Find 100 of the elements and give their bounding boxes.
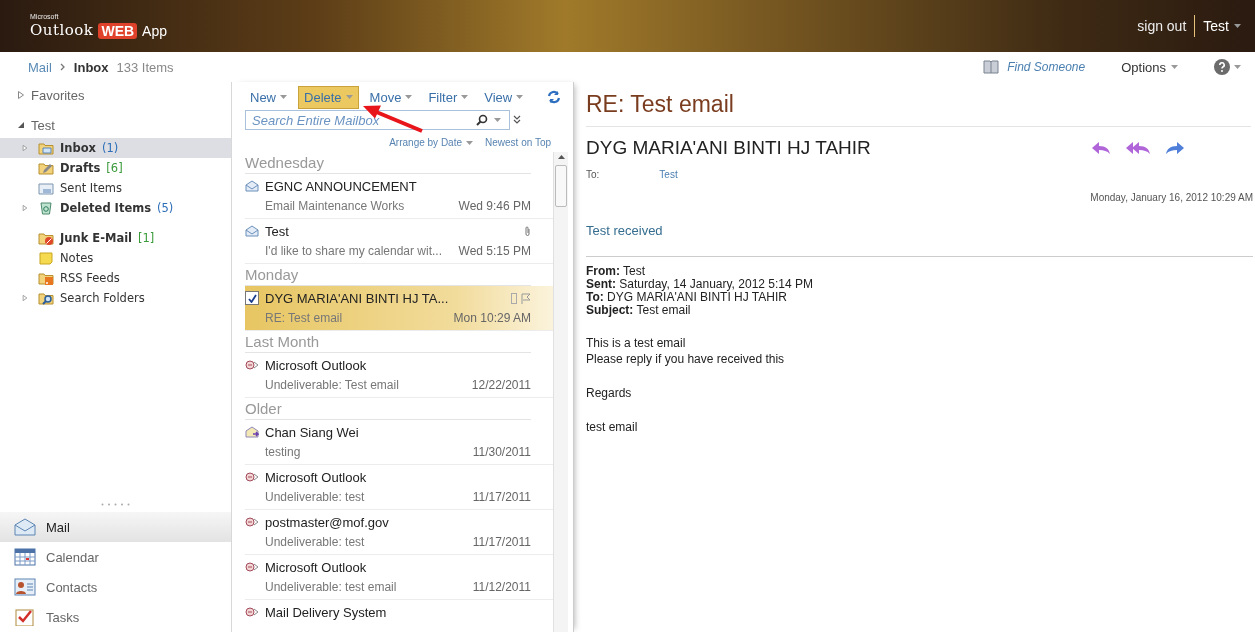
double-chevron-icon[interactable] bbox=[513, 115, 521, 125]
inbox-folder-icon bbox=[38, 140, 54, 156]
message-time: 12/22/2011 bbox=[471, 378, 531, 392]
logo-product: Outlook bbox=[30, 21, 94, 39]
folder-item[interactable]: Sent Items bbox=[0, 178, 231, 198]
message-sender: Mail Delivery System bbox=[265, 604, 388, 620]
folder-item[interactable]: Inbox (1) bbox=[0, 138, 231, 158]
nav-item[interactable]: Tasks bbox=[0, 602, 231, 632]
message-time: Wed 5:15 PM bbox=[458, 244, 531, 258]
junk-folder-icon bbox=[38, 230, 54, 246]
meeting-envelope-icon bbox=[245, 426, 259, 438]
sort-order-link[interactable]: Newest on Top bbox=[485, 137, 551, 148]
toolbar-menu-button[interactable]: Move bbox=[364, 86, 418, 108]
expander-icon[interactable] bbox=[17, 121, 25, 129]
group-header: Last Month bbox=[245, 331, 531, 353]
message-time: Mon 10:29 AM bbox=[453, 311, 531, 325]
message-sender: Chan Siang Wei bbox=[265, 424, 360, 440]
folder-item[interactable]: RSS Feeds bbox=[0, 268, 231, 288]
scroll-up-icon[interactable] bbox=[557, 155, 565, 159]
breadcrumb-link[interactable]: Mail bbox=[28, 59, 52, 75]
quoted-header-line: From: Test bbox=[586, 265, 647, 278]
arrange-by-menu[interactable]: Arrange by Date bbox=[389, 137, 474, 148]
scroll-thumb[interactable] bbox=[555, 165, 567, 207]
toolbar-menu-button[interactable]: View bbox=[479, 86, 529, 108]
search-folder-icon bbox=[38, 290, 54, 306]
contact-card-icon bbox=[14, 578, 36, 596]
open-envelope-icon bbox=[245, 180, 259, 192]
toolbar-menu-button[interactable]: New bbox=[245, 86, 292, 108]
message-subject: Undeliverable: test email bbox=[265, 580, 398, 594]
expander-icon[interactable] bbox=[17, 91, 25, 99]
nav-item[interactable]: Contacts bbox=[0, 572, 231, 602]
body-text: Regards bbox=[586, 385, 633, 401]
undeliverable-icon bbox=[245, 471, 259, 483]
flag-icon[interactable] bbox=[521, 292, 531, 304]
recipient-link[interactable]: Test bbox=[659, 169, 678, 180]
message-time: 11/17/2011 bbox=[472, 535, 531, 549]
help-icon bbox=[1214, 59, 1230, 75]
envelope-icon bbox=[14, 518, 36, 536]
current-folder: Inbox bbox=[73, 59, 109, 75]
chevron-icon bbox=[59, 63, 66, 71]
message-time: 11/12/2011 bbox=[472, 580, 531, 594]
folder-item[interactable]: Notes bbox=[0, 248, 231, 268]
refresh-icon[interactable] bbox=[547, 90, 561, 104]
nav-item[interactable]: Calendar bbox=[0, 542, 231, 572]
folder-item[interactable]: Drafts [6] bbox=[0, 158, 231, 178]
find-someone-link[interactable]: Find Someone bbox=[983, 60, 1086, 74]
help-menu[interactable] bbox=[1214, 59, 1241, 75]
message-subject: Email Maintenance Works bbox=[265, 199, 406, 213]
caret-icon bbox=[461, 95, 469, 99]
forward-icon[interactable] bbox=[1165, 141, 1185, 155]
message-sender: EGNC ANNOUNCEMENT bbox=[265, 178, 418, 194]
caret-icon bbox=[1171, 65, 1178, 69]
message-row[interactable]: Chan Siang Wei testing 11/30/2011 bbox=[245, 420, 553, 465]
folder-item[interactable]: Deleted Items (5) bbox=[0, 198, 231, 218]
caret-icon bbox=[1234, 65, 1241, 69]
address-book-icon bbox=[983, 60, 1000, 74]
caret-icon bbox=[405, 95, 413, 99]
caret-icon bbox=[280, 95, 287, 99]
message-subject: Undeliverable: Test email bbox=[265, 378, 400, 392]
message-row[interactable]: EGNC ANNOUNCEMENT Email Maintenance Works Wed 9:46 PM bbox=[245, 174, 553, 219]
favorites-node[interactable]: Favorites bbox=[31, 87, 85, 103]
reply-icon[interactable] bbox=[1091, 141, 1111, 155]
checkbox[interactable] bbox=[245, 291, 259, 305]
clipboard-check-icon bbox=[14, 608, 36, 626]
message-time: Wed 9:46 PM bbox=[458, 199, 531, 213]
reply-all-icon[interactable] bbox=[1125, 141, 1151, 155]
undeliverable-icon bbox=[245, 516, 259, 528]
note-icon bbox=[38, 250, 54, 266]
message-time: 11/17/2011 bbox=[472, 490, 531, 504]
caret-icon bbox=[1234, 24, 1241, 28]
message-row[interactable]: Test I'd like to share my calendar wit... Wed 5:15 PM bbox=[245, 219, 553, 264]
message-sender: Microsoft Outlook bbox=[265, 559, 368, 575]
group-header: Older bbox=[245, 398, 531, 420]
sign-out-link[interactable]: sign out bbox=[1137, 18, 1187, 34]
scrollbar[interactable] bbox=[553, 152, 568, 632]
caret-icon bbox=[345, 95, 353, 99]
caret-icon bbox=[516, 95, 524, 99]
message-sender: postmaster@mof.gov bbox=[265, 514, 390, 530]
user-menu[interactable]: Test bbox=[1203, 18, 1241, 34]
search-icon bbox=[476, 114, 488, 126]
reply-text: Test received bbox=[586, 223, 664, 238]
options-menu[interactable]: Options bbox=[1121, 59, 1178, 75]
message-sender: Microsoft Outlook bbox=[265, 357, 368, 373]
message-time: 11/30/2011 bbox=[472, 445, 531, 459]
folder-item[interactable]: Junk E-Mail [1] bbox=[0, 220, 231, 248]
folder-item[interactable]: Search Folders bbox=[0, 288, 231, 308]
message-subject: I'd like to share my calendar wit... bbox=[265, 244, 444, 258]
message-sender: Test bbox=[265, 223, 290, 239]
mailbox-node[interactable]: Test bbox=[31, 117, 55, 133]
message-subject: testing bbox=[265, 445, 302, 459]
message-sender: Microsoft Outlook bbox=[265, 469, 368, 485]
nav-item[interactable]: Mail bbox=[0, 512, 231, 542]
message-subject-title: RE: Test email bbox=[586, 82, 1251, 127]
category-icon[interactable] bbox=[511, 292, 517, 304]
logo-web: WEB bbox=[98, 23, 138, 39]
message-row[interactable]: DYG MARIA'ANI BINTI HJ TA... RE: Test email Mon 10:29 AM bbox=[245, 286, 553, 331]
toolbar-menu-button[interactable]: Filter bbox=[423, 86, 474, 108]
message-sender: DYG MARIA'ANI BINTI HJ TA... bbox=[265, 290, 450, 306]
search-field[interactable]: Search Entire Mailbox bbox=[245, 110, 510, 130]
item-count: 133 Items bbox=[116, 59, 174, 75]
